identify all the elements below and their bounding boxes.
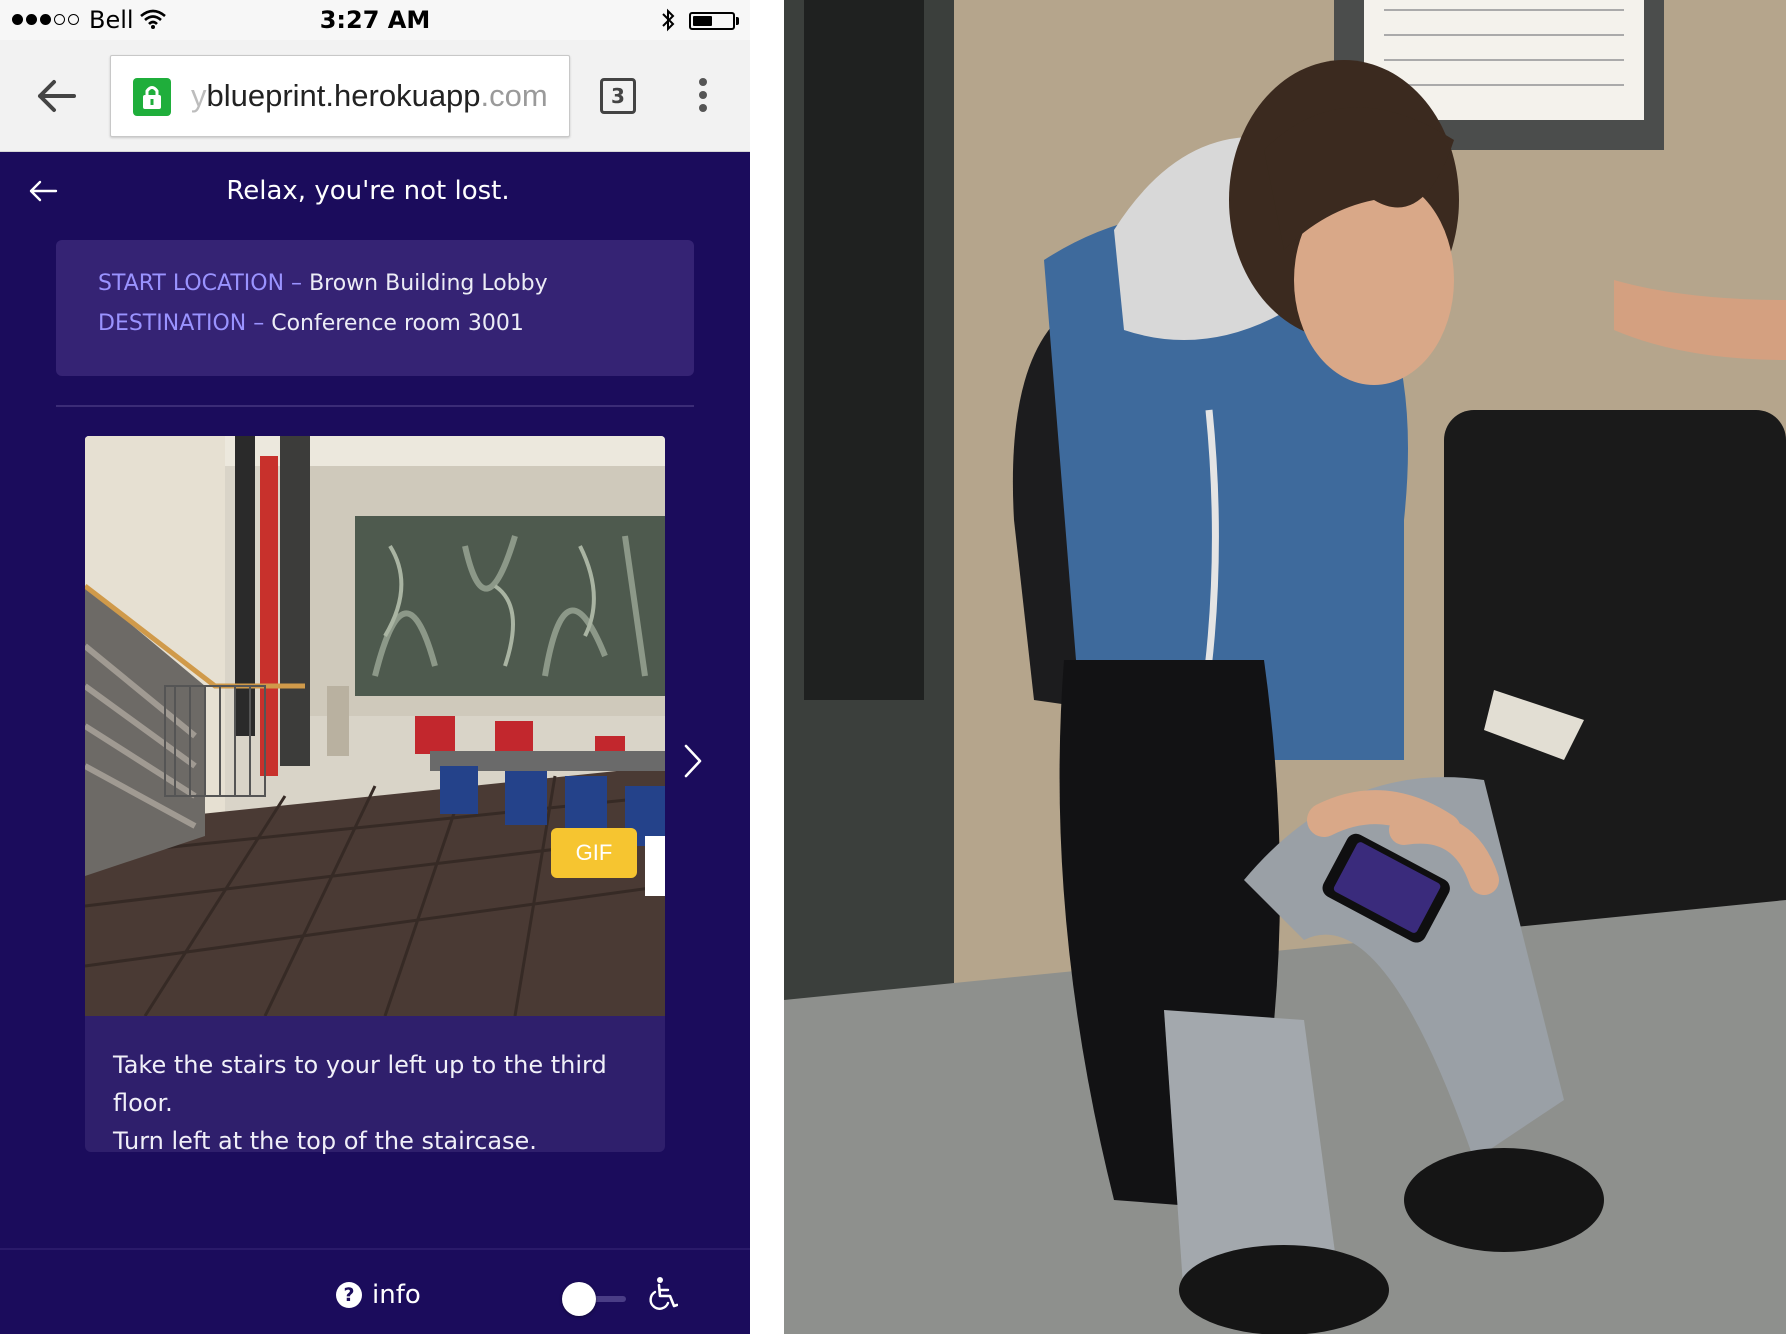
url-host: blueprint.herokuapp [206,78,481,113]
start-location-value: Brown Building Lobby [309,271,548,296]
battery-icon [689,12,735,30]
accessibility-toggle[interactable] [562,1282,626,1316]
battery-tip [736,17,739,25]
status-time: 3:27 AM [319,6,431,34]
destination-label: DESTINATION – [98,311,265,336]
step-photo[interactable] [85,436,665,1016]
menu-kebab-icon[interactable] [698,78,708,116]
instruction-line-2: Turn left at the top of the staircase. [113,1127,537,1155]
address-bar[interactable]: yblueprint.herokuapp.com [110,55,570,137]
back-arrow-icon[interactable] [36,78,76,114]
bluetooth-icon [662,8,675,32]
instruction-card: Take the stairs to your left up to the t… [85,1016,665,1155]
step-instruction: Take the stairs to your left up to the t… [113,1046,653,1160]
route-summary-card: START LOCATION – Brown Building Lobby DE… [56,240,694,376]
bottom-bar: ? info [0,1248,750,1334]
person-using-phone-photo [784,0,1786,1334]
section-divider [56,405,694,407]
lock-icon [133,78,171,116]
toggle-knob [562,1282,596,1316]
next-chevron-icon[interactable] [682,742,704,780]
destination: DESTINATION – Conference room 3001 [98,311,524,336]
url-prefix: y [191,78,207,113]
question-icon: ? [336,1282,362,1308]
wheelchair-icon [649,1277,678,1310]
start-location: START LOCATION – Brown Building Lobby [98,271,548,296]
instruction-line-1: Take the stairs to your left up to the t… [113,1051,607,1117]
gif-badge[interactable]: GIF [551,828,637,878]
destination-value: Conference room 3001 [271,311,524,336]
info-label: info [372,1280,421,1310]
tab-switcher-icon[interactable]: 3 [600,78,636,114]
page-title: Relax, you're not lost. [226,176,510,206]
url-suffix: .com [480,78,548,113]
browser-toolbar: yblueprint.herokuapp.com 3 [0,40,750,152]
battery-level-fill [693,16,712,26]
start-location-label: START LOCATION – [98,271,303,296]
url-text: yblueprint.herokuapp.com [191,78,548,114]
app-screen: Relax, you're not lost. START LOCATION –… [0,152,750,1334]
status-bar: Bell 3:27 AM [0,0,750,40]
info-button[interactable]: ? info [336,1280,421,1310]
phone-screenshot: Bell 3:27 AM yblueprint.herokuapp.com 3 … [0,0,750,1334]
